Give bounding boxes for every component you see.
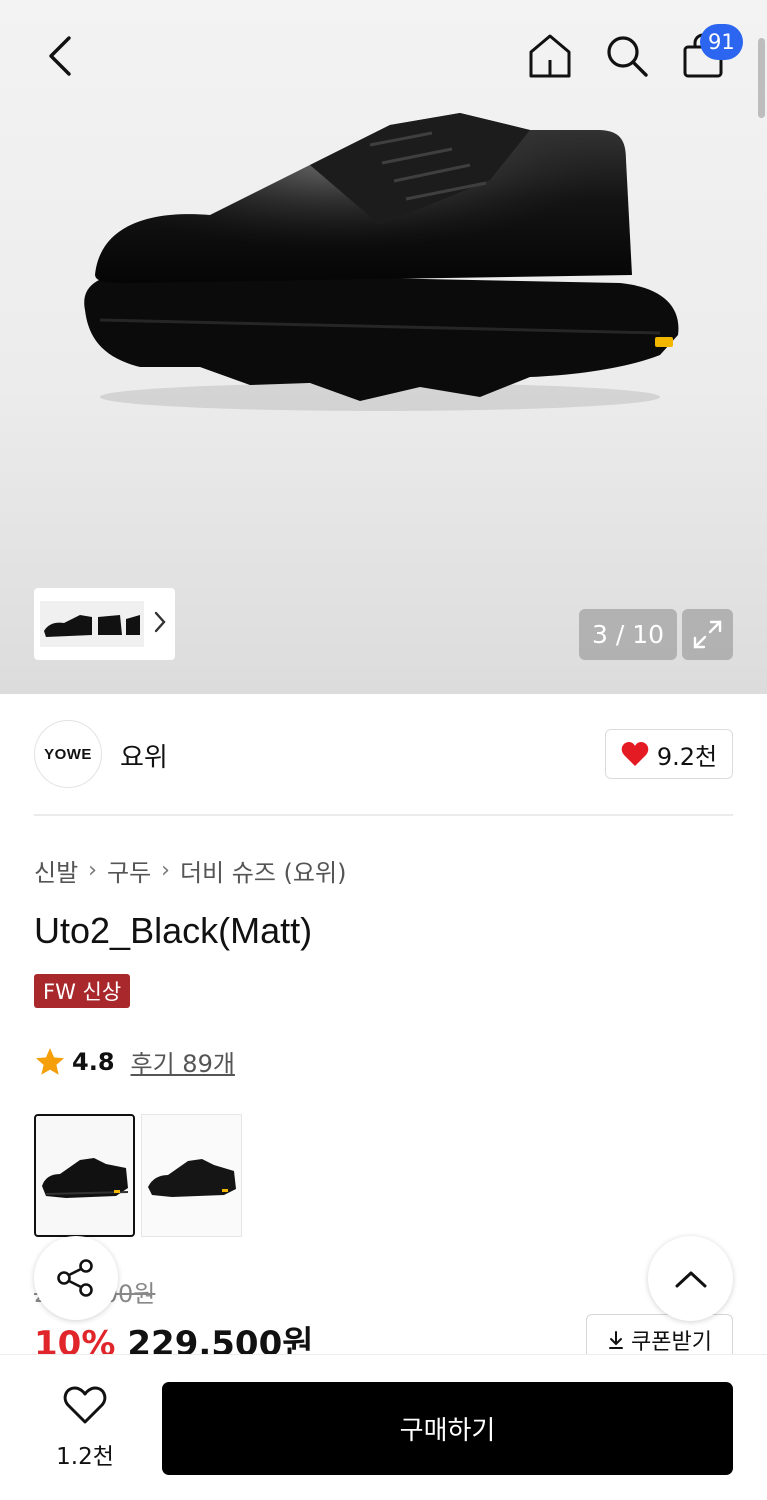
heart-filled-icon: [621, 742, 649, 766]
chevron-left-icon: [49, 36, 71, 76]
search-icon: [607, 36, 648, 77]
home-icon: [529, 34, 571, 78]
expand-button[interactable]: [682, 609, 733, 660]
thumbnail-strip[interactable]: [34, 588, 175, 660]
brand-like-count: 9.2천: [656, 742, 718, 771]
chevron-right-icon: ›: [88, 858, 97, 883]
chevron-right-icon: [154, 611, 166, 633]
breadcrumb: 신발 › 구두 › 더비 슈즈 (요위): [34, 853, 346, 888]
buy-button[interactable]: 구매하기: [162, 1382, 733, 1475]
wishlist-count: 1.2천: [56, 1444, 114, 1470]
new-tag-badge: FW 신상: [34, 974, 131, 1008]
star-icon: [36, 1047, 64, 1075]
image-counter: 3 / 10: [579, 609, 677, 660]
brand-like-button[interactable]: 9.2천: [605, 729, 733, 779]
chevron-up-icon: [675, 1271, 706, 1287]
search-button[interactable]: [598, 28, 656, 84]
breadcrumb-item-shoes[interactable]: 신발: [34, 853, 78, 888]
back-button[interactable]: [30, 30, 90, 82]
chevron-right-icon: ›: [161, 858, 170, 883]
color-option-image: [42, 1158, 129, 1198]
cart-count-badge: 91: [700, 24, 743, 60]
thumbnail-image: [40, 601, 144, 647]
share-button[interactable]: [34, 1236, 118, 1320]
color-option-image: [142, 1115, 241, 1236]
product-hero[interactable]: 91 3 / 10: [0, 0, 767, 694]
download-icon: [609, 1331, 624, 1349]
expand-icon: [693, 620, 722, 649]
review-link[interactable]: 후기 89개: [131, 1044, 235, 1079]
brand-logo[interactable]: YOWE: [34, 720, 102, 788]
rating: 4.8 후기 89개: [34, 1044, 235, 1079]
top-nav: 91: [0, 0, 767, 110]
breadcrumb-item-dress-shoes[interactable]: 구두: [107, 853, 151, 888]
breadcrumb-item-derby[interactable]: 더비 슈즈 (요위): [180, 853, 346, 888]
brand-name[interactable]: 요위: [120, 737, 168, 774]
coupon-label: 쿠폰받기: [631, 1330, 712, 1355]
divider: [34, 814, 733, 816]
product-title: Uto2_Black(Matt): [34, 910, 313, 951]
color-option-selected[interactable]: [34, 1114, 135, 1237]
heart-outline-icon: [63, 1386, 107, 1424]
share-icon: [57, 1259, 93, 1297]
rating-score: 4.8: [72, 1047, 115, 1076]
wishlist-button[interactable]: 1.2천: [36, 1385, 134, 1471]
bottom-action-bar: 1.2천 구매하기: [0, 1354, 767, 1500]
color-option[interactable]: [141, 1114, 242, 1237]
scroll-to-top-button[interactable]: [648, 1236, 733, 1321]
product-image: [84, 113, 679, 411]
home-button[interactable]: [520, 28, 580, 84]
